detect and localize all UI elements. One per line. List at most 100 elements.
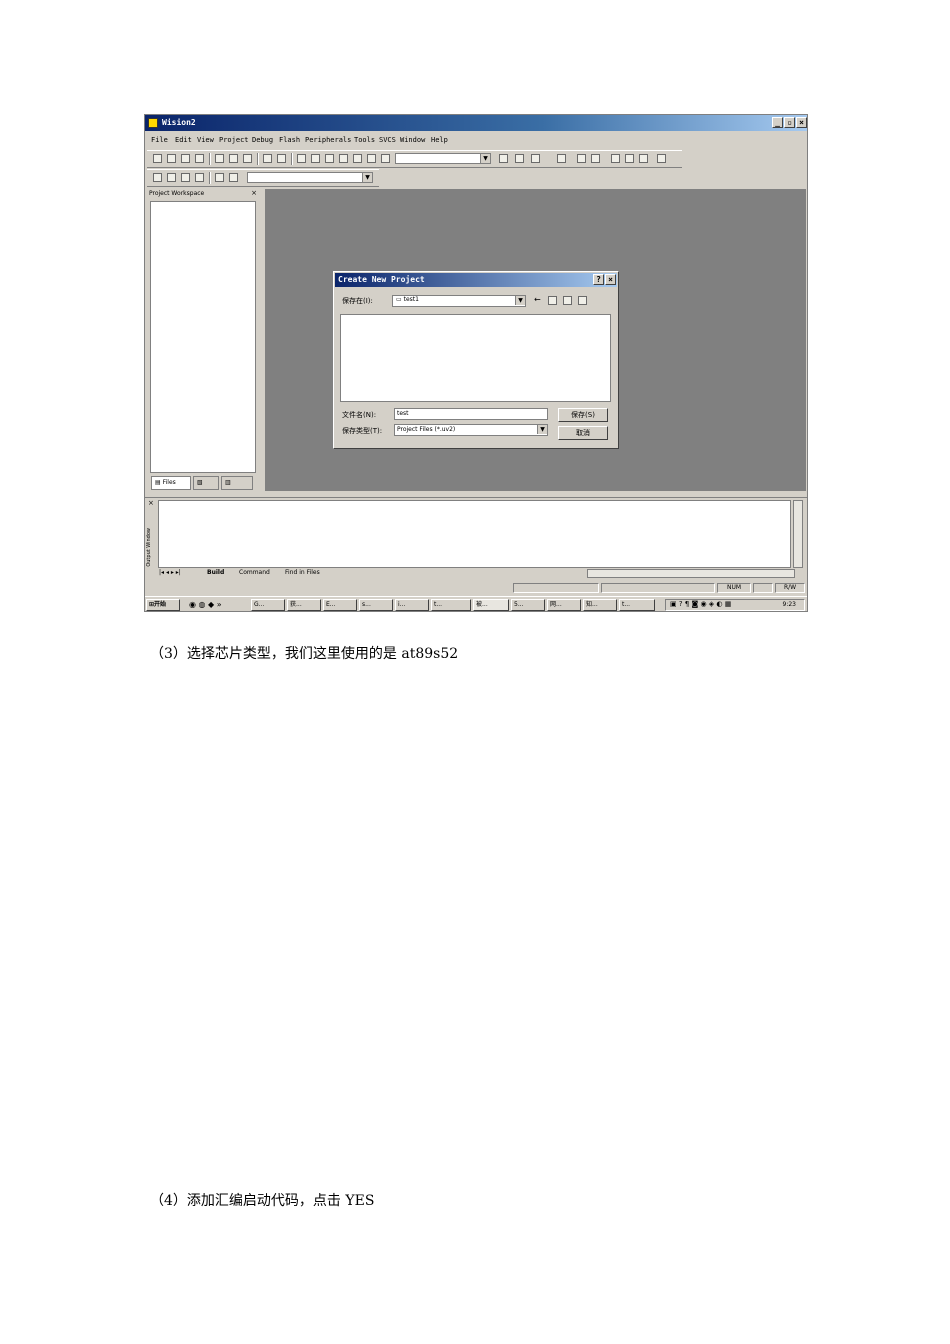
save-icon[interactable] [181,154,190,163]
dropdown-arrow-icon[interactable]: ▼ [480,154,490,163]
find-icon[interactable] [499,154,508,163]
taskbar-item[interactable]: E... [323,599,357,611]
menu-file[interactable]: File [151,136,168,144]
find-in-files-icon[interactable] [381,154,390,163]
build-icon[interactable] [167,173,176,182]
run-icon[interactable] [625,154,634,163]
filetype-select[interactable]: Project Files (*.uv2) ▼ [394,424,548,436]
dropdown-arrow-icon[interactable]: ▼ [362,173,372,182]
taskbar-item[interactable]: 获... [287,599,321,611]
vertical-scrollbar[interactable] [793,500,803,568]
app-icon [148,118,158,128]
tab-command[interactable]: Command [239,569,270,576]
dropdown-arrow-icon[interactable]: ▼ [537,425,547,434]
save-in-select[interactable]: ▭ test1 ▼ [392,295,526,307]
taskbar-item[interactable]: i... [395,599,429,611]
books-icon: ▥ [225,479,231,486]
workspace-tree[interactable] [150,201,256,473]
dialog-close-button[interactable]: × [605,274,616,285]
chart-icon[interactable] [639,154,648,163]
tab-find-in-files[interactable]: Find in Files [285,569,320,576]
dropdown-arrow-icon[interactable]: ▼ [515,296,525,305]
stop-build-icon[interactable] [195,173,204,182]
options-icon[interactable] [611,154,620,163]
cancel-button[interactable]: 取消 [558,426,608,440]
find-combo[interactable]: ▼ [395,153,491,164]
minimize-button[interactable]: _ [772,117,783,128]
output-text-area[interactable] [158,500,791,568]
taskbar-item[interactable]: t... [619,599,655,611]
close-icon[interactable]: × [148,499,154,507]
copy-icon[interactable] [229,154,238,163]
horizontal-scrollbar[interactable] [587,569,795,578]
taskbar-item[interactable]: G... [251,599,285,611]
status-pane [601,583,715,593]
bookmark-clear-icon[interactable] [367,154,376,163]
workspace-toggle-icon[interactable] [577,154,586,163]
menu-flash[interactable]: Flash [279,136,300,144]
translate-icon[interactable] [153,173,162,182]
menu-peripherals[interactable]: Peripherals [305,136,351,144]
download-icon[interactable] [215,173,224,182]
new-file-icon[interactable] [153,154,162,163]
quicklaunch-icons[interactable]: ◉ ◍ ◆ » [189,600,222,609]
menu-edit[interactable]: Edit [175,136,192,144]
menu-view[interactable]: View [197,136,214,144]
open-file-icon[interactable] [167,154,176,163]
menu-svcs[interactable]: SVCS [379,136,396,144]
close-icon[interactable]: × [251,189,257,197]
indent-icon[interactable] [297,154,306,163]
output-toggle-icon[interactable] [591,154,600,163]
save-all-icon[interactable] [195,154,204,163]
close-button[interactable]: × [796,117,807,128]
dialog-title: Create New Project [338,275,425,284]
bookmark-next-icon[interactable] [339,154,348,163]
menu-project[interactable]: Project [219,136,249,144]
tab-regs[interactable]: ▧ [193,476,219,490]
bookmark-prev-icon[interactable] [353,154,362,163]
cut-icon[interactable] [215,154,224,163]
menu-window[interactable]: Window [400,136,425,144]
output-window-label: Output Window [146,528,152,567]
rebuild-icon[interactable] [181,173,190,182]
debug-icon[interactable] [515,154,524,163]
new-folder-icon[interactable] [563,296,572,305]
filename-label: 文件名(N): [342,411,377,419]
tray-icons[interactable]: ▣ ? ¶ ◙ ◉ ◈ ◐ ▦ [670,600,731,608]
bookmark-icon[interactable] [325,154,334,163]
print-icon[interactable] [531,154,540,163]
tab-build[interactable]: Build [207,569,224,576]
menu-debug[interactable]: Debug [252,136,273,144]
taskbar-item[interactable]: t... [431,599,471,611]
taskbar-item[interactable]: 网... [547,599,581,611]
taskbar-item-active[interactable]: 被... [473,599,509,611]
tab-files[interactable]: ▤ Files [151,476,191,490]
menu-help[interactable]: Help [431,136,448,144]
restore-button[interactable]: ▫ [784,117,795,128]
unindent-icon[interactable] [311,154,320,163]
back-icon[interactable]: ← [534,295,541,304]
help-button[interactable]: ? [593,274,604,285]
menu-tools[interactable]: Tools [354,136,375,144]
window-title: Wision2 [162,118,196,127]
tab-nav-arrows[interactable]: |◂ ◂ ▸ ▸| [159,569,181,576]
view-menu-icon[interactable] [578,296,587,305]
file-list[interactable] [340,314,611,402]
up-folder-icon[interactable] [548,296,557,305]
undo-icon[interactable] [263,154,272,163]
zoom-icon[interactable] [557,154,566,163]
redo-icon[interactable] [277,154,286,163]
taskbar: ⊞开始 ◉ ◍ ◆ » G... 获... E... s... i... t..… [145,596,807,611]
target-options-icon[interactable] [229,173,238,182]
config-icon[interactable] [657,154,666,163]
paste-icon[interactable] [243,154,252,163]
taskbar-item[interactable]: 知... [583,599,617,611]
start-button[interactable]: ⊞开始 [146,599,180,611]
dialog-title-bar: Create New Project ? × [335,273,617,287]
tab-books[interactable]: ▥ [221,476,253,490]
filename-field[interactable]: test [394,408,548,420]
taskbar-item[interactable]: s... [359,599,393,611]
target-select[interactable]: ▼ [247,172,373,183]
save-button[interactable]: 保存(S) [558,408,608,422]
taskbar-item[interactable]: 5... [511,599,545,611]
